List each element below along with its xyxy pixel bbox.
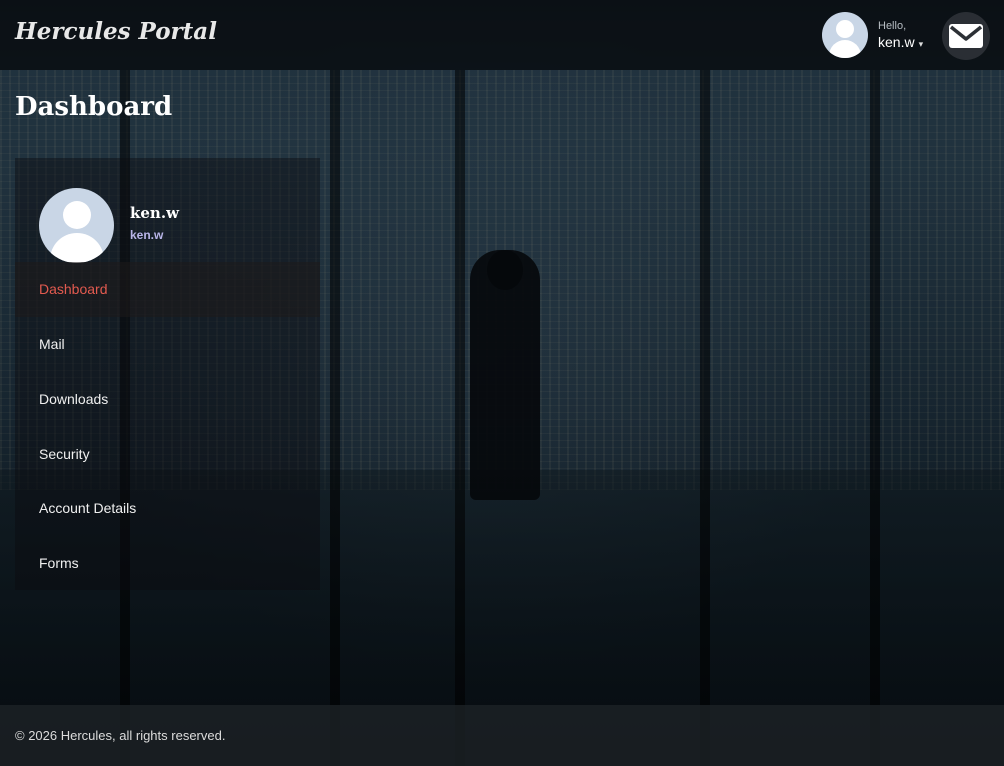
sidebar-item-downloads[interactable]: Downloads	[15, 372, 320, 427]
greeting-label: Hello,	[878, 20, 907, 32]
copyright-text: © 2026 Hercules, all rights reserved.	[15, 728, 226, 743]
chevron-down-icon: ▾	[918, 39, 924, 49]
sidebar-item-mail[interactable]: Mail	[15, 317, 320, 372]
sidebar-item-label: Security	[39, 446, 90, 462]
profile-name: ken.w	[130, 204, 179, 222]
mail-button[interactable]	[942, 12, 990, 60]
sidebar-item-label: Dashboard	[39, 281, 108, 297]
user-avatar[interactable]	[822, 12, 868, 58]
sidebar-item-dashboard[interactable]: Dashboard	[15, 262, 320, 317]
sidebar-item-label: Downloads	[39, 391, 109, 407]
sidebar-item-label: Account Details	[39, 500, 137, 516]
top-navbar: Hercules Portal Hello, ken.w ▾	[0, 0, 1004, 70]
sidebar-item-forms[interactable]: Forms	[15, 536, 320, 591]
brand-logo[interactable]: Hercules Portal	[15, 18, 217, 45]
profile-handle-link[interactable]: ken.w	[130, 228, 163, 242]
sidebar-item-label: Mail	[39, 336, 65, 352]
user-menu-dropdown[interactable]: ken.w ▾	[878, 34, 923, 50]
profile-avatar	[39, 188, 114, 263]
footer: © 2026 Hercules, all rights reserved.	[0, 705, 1004, 766]
page-title: Dashboard	[15, 92, 173, 122]
username-label: ken.w	[878, 34, 915, 50]
sidebar-item-security[interactable]: Security	[15, 427, 320, 482]
sidebar-item-account-details[interactable]: Account Details	[15, 481, 320, 536]
envelope-icon	[949, 24, 983, 48]
sidebar-item-label: Forms	[39, 555, 79, 571]
sidebar: ken.w ken.w Dashboard Mail Downloads Sec…	[15, 158, 320, 590]
